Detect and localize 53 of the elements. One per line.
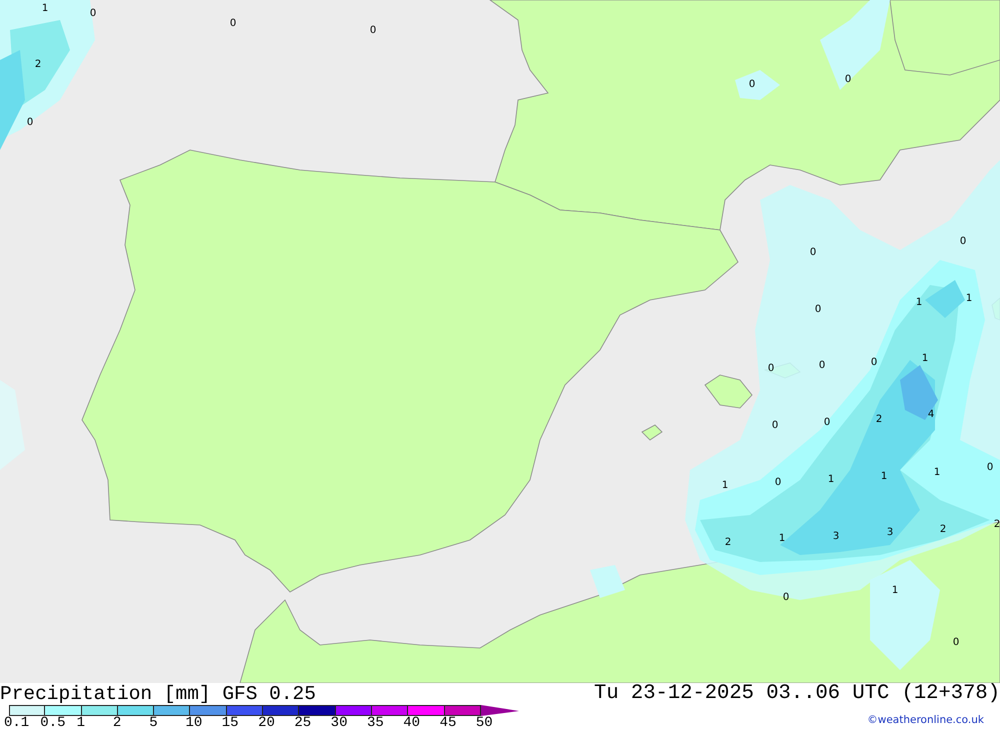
precipitation-value-label: 0 bbox=[986, 462, 994, 473]
precipitation-value-label: 2 bbox=[994, 519, 1000, 530]
precipitation-value-label: 0 bbox=[26, 117, 34, 128]
precipitation-value-label: 0 bbox=[824, 417, 830, 428]
precipitation-value-label: 1 bbox=[880, 471, 888, 482]
precipitation-value-label: 2 bbox=[724, 537, 732, 548]
forecast-datetime: Tu 23-12-2025 03..06 UTC (12+378) bbox=[594, 683, 1000, 705]
legend-tick-label: 25 bbox=[294, 715, 312, 731]
legend-tick-label: 45 bbox=[440, 715, 456, 731]
legend-tick-label: 40 bbox=[403, 715, 420, 731]
precipitation-value-label: 0 bbox=[810, 247, 816, 258]
legend-tick-label: 30 bbox=[330, 715, 348, 731]
legend-tick-label: 10 bbox=[185, 715, 202, 731]
precipitation-value-label: 0 bbox=[782, 592, 790, 603]
precipitation-value-label: 1 bbox=[42, 3, 48, 14]
precipitation-value-label: 2 bbox=[940, 524, 946, 535]
map-title: Precipitation [mm] GFS 0.25 bbox=[0, 683, 317, 705]
legend-tick-label: 0.5 bbox=[40, 715, 66, 731]
precipitation-value-label: 0 bbox=[772, 420, 778, 431]
precipitation-value-label: 0 bbox=[952, 637, 960, 648]
precipitation-value-label: 0 bbox=[748, 79, 756, 90]
precipitation-value-label: 0 bbox=[844, 74, 852, 85]
precipitation-value-label: 1 bbox=[778, 533, 786, 544]
precipitation-value-label: 0 bbox=[768, 363, 774, 374]
legend-tick-label: 0.1 bbox=[4, 715, 30, 731]
precipitation-value-label: 1 bbox=[934, 467, 940, 478]
precipitation-value-label: 0 bbox=[870, 357, 878, 368]
precipitation-value-label: 2 bbox=[34, 59, 42, 70]
precipitation-value-label: 3 bbox=[832, 531, 840, 542]
credit-link[interactable]: ©weatheronline.co.uk bbox=[867, 713, 984, 729]
precipitation-value-label: 1 bbox=[966, 293, 972, 304]
legend-tick-label: 50 bbox=[476, 715, 493, 731]
precipitation-value-label: 0 bbox=[774, 477, 782, 488]
precipitation-value-label: 0 bbox=[814, 304, 822, 315]
precipitation-value-label: 3 bbox=[886, 527, 894, 538]
legend-tick-label: 20 bbox=[258, 715, 275, 731]
precipitation-value-label: 0 bbox=[818, 360, 826, 371]
precipitation-value-label: 0 bbox=[960, 236, 966, 247]
precipitation-value-label: 1 bbox=[828, 474, 834, 485]
precipitation-value-label: 2 bbox=[876, 414, 882, 425]
precipitation-value-label: 1 bbox=[722, 480, 728, 491]
precipitation-value-label: 4 bbox=[928, 409, 934, 420]
precipitation-value-label: 1 bbox=[916, 297, 922, 308]
legend-tick-label: 15 bbox=[222, 715, 239, 731]
legend-tick-label: 2 bbox=[112, 715, 122, 731]
precipitation-value-label: 0 bbox=[90, 8, 96, 19]
precipitation-value-label: 1 bbox=[892, 585, 898, 596]
precipitation-value-label: 0 bbox=[370, 25, 376, 36]
precipitation-value-label: 1 bbox=[922, 353, 928, 364]
legend-tick-label: 35 bbox=[366, 715, 384, 731]
precipitation-value-label: 0 bbox=[230, 18, 236, 29]
legend-tick-label: 5 bbox=[149, 715, 158, 731]
legend-tick-label: 1 bbox=[76, 715, 85, 731]
